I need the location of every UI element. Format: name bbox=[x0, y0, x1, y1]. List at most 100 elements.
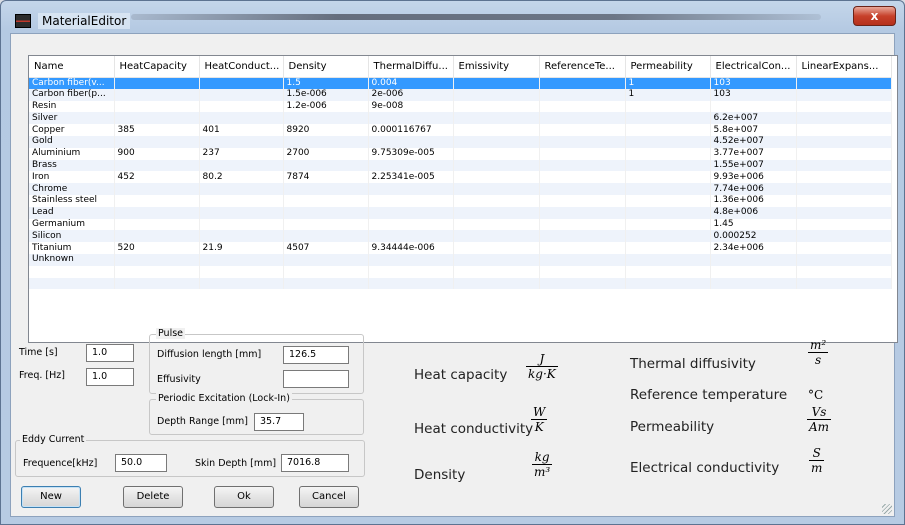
column-header[interactable]: ReferenceTe... bbox=[539, 56, 626, 78]
table-cell bbox=[796, 265, 892, 278]
table-cell bbox=[710, 253, 797, 266]
diffusion-length-input[interactable]: 126.5 bbox=[283, 346, 349, 364]
unit-heat-capacity-num: J bbox=[539, 352, 545, 366]
unit-electrical-conductivity-num: S bbox=[812, 446, 821, 460]
table-cell bbox=[199, 218, 284, 231]
table-cell bbox=[625, 159, 711, 172]
table-cell bbox=[796, 253, 892, 266]
table-cell bbox=[114, 88, 200, 101]
table-cell bbox=[796, 171, 892, 184]
unit-permeability-den: Am bbox=[807, 419, 832, 434]
table-row[interactable]: Titanium 520 21.9 4507 9.34444e-006 2.34e+006 bbox=[29, 242, 892, 254]
table-row[interactable]: Unknown bbox=[29, 253, 892, 266]
unit-thermal-diffusivity-den: s bbox=[808, 352, 829, 367]
table-row[interactable]: Copper 385 401 8920 0.000116767 5.8e+007 bbox=[29, 124, 892, 136]
table-cell: Brass bbox=[29, 159, 115, 172]
table-row[interactable]: Resin 1.2e-006 9e-008 bbox=[29, 100, 892, 113]
table-cell bbox=[199, 253, 284, 266]
new-button[interactable]: New bbox=[21, 486, 81, 508]
depth-range-input[interactable]: 35.7 bbox=[254, 413, 304, 431]
table-cell bbox=[539, 242, 626, 254]
column-header[interactable]: HeatConduct... bbox=[199, 56, 284, 78]
table-row[interactable]: Iron 452 80.2 7874 2.25341e-005 9.93e+006 bbox=[29, 171, 892, 184]
column-header[interactable]: Permeability bbox=[625, 56, 711, 78]
column-header[interactable]: Emissivity bbox=[453, 56, 540, 78]
table-cell bbox=[29, 265, 115, 278]
table-row[interactable]: Carbon fiber(v... 1.5 0.004 1 103 bbox=[29, 77, 892, 89]
table-cell bbox=[539, 277, 626, 290]
table-row[interactable]: Brass 1.55e+007 bbox=[29, 159, 892, 172]
table-row[interactable]: Chrome 7.74e+006 bbox=[29, 183, 892, 195]
time-input[interactable]: 1.0 bbox=[86, 344, 134, 362]
time-label: Time [s] bbox=[19, 347, 58, 358]
table-cell bbox=[453, 159, 540, 172]
table-cell bbox=[539, 124, 626, 136]
cancel-button[interactable]: Cancel bbox=[299, 486, 359, 508]
unit-heat-conductivity-den: K bbox=[531, 419, 548, 434]
table-cell bbox=[114, 100, 200, 113]
frequence-input[interactable]: 50.0 bbox=[115, 454, 167, 472]
table-cell bbox=[539, 206, 626, 219]
table-row[interactable]: Silver 6.2e+007 bbox=[29, 112, 892, 125]
table-cell bbox=[625, 218, 711, 231]
table-cell: 900 bbox=[114, 147, 200, 160]
table-cell bbox=[796, 100, 892, 113]
table-row[interactable]: Aluminium 900 237 2700 9.75309e-005 3.77e+007 bbox=[29, 147, 892, 160]
column-header[interactable]: LinearExpans... bbox=[796, 56, 892, 78]
table-cell bbox=[283, 230, 369, 243]
table-row[interactable] bbox=[29, 277, 892, 290]
legend-reference-temperature: Reference temperature bbox=[630, 387, 788, 403]
table-cell bbox=[453, 124, 540, 136]
unit-thermal-diffusivity-num: m² bbox=[810, 338, 827, 352]
table-cell: 7.74e+006 bbox=[710, 183, 797, 195]
table-row[interactable]: Gold 4.52e+007 bbox=[29, 135, 892, 148]
table-cell bbox=[625, 253, 711, 266]
table-cell bbox=[199, 194, 284, 207]
skin-depth-input[interactable]: 7016.8 bbox=[281, 454, 349, 472]
unit-heat-conductivity: W K bbox=[531, 405, 548, 434]
freq-input[interactable]: 1.0 bbox=[86, 368, 134, 386]
table-row[interactable]: Carbon fiber(p... 1.5e-006 2e-006 1 103 bbox=[29, 88, 892, 101]
table-cell bbox=[199, 183, 284, 195]
table-cell bbox=[625, 194, 711, 207]
table-cell bbox=[796, 135, 892, 148]
table-cell bbox=[114, 206, 200, 219]
materials-table[interactable]: Name HeatCapacity HeatConduct... Density The… bbox=[28, 55, 898, 343]
table-cell bbox=[199, 159, 284, 172]
table-cell bbox=[114, 277, 200, 290]
table-row[interactable]: Silicon 0.000252 bbox=[29, 230, 892, 243]
table-cell bbox=[625, 124, 711, 136]
table-cell bbox=[796, 88, 892, 101]
ok-button[interactable]: Ok bbox=[214, 486, 274, 508]
column-header[interactable]: HeatCapacity bbox=[114, 56, 200, 78]
table-cell: 1.55e+007 bbox=[710, 159, 797, 172]
table-row[interactable] bbox=[29, 265, 892, 278]
table-cell bbox=[539, 88, 626, 101]
column-header[interactable]: Name bbox=[29, 56, 115, 78]
table-cell: 0.000252 bbox=[710, 230, 797, 243]
column-header[interactable]: ElectricalCon... bbox=[710, 56, 797, 78]
table-cell bbox=[625, 171, 711, 184]
column-header[interactable]: ThermalDiffu... bbox=[368, 56, 454, 78]
close-button[interactable]: x bbox=[853, 6, 896, 26]
table-row[interactable]: Stainless steel 1.36e+006 bbox=[29, 194, 892, 207]
resize-grip[interactable] bbox=[882, 504, 892, 514]
table-row[interactable]: Lead 4.8e+006 bbox=[29, 206, 892, 219]
table-cell: Unknown bbox=[29, 253, 115, 266]
table-cell bbox=[453, 147, 540, 160]
delete-button[interactable]: Delete bbox=[123, 486, 183, 508]
table-cell: 9.93e+006 bbox=[710, 171, 797, 184]
table-cell bbox=[283, 218, 369, 231]
table-cell bbox=[453, 242, 540, 254]
table-cell: 2700 bbox=[283, 147, 369, 160]
table-cell bbox=[199, 88, 284, 101]
table-cell: Carbon fiber(p... bbox=[29, 88, 115, 101]
table-cell: Stainless steel bbox=[29, 194, 115, 207]
title-bar[interactable]: MaterialEditor x bbox=[1, 1, 904, 35]
column-header[interactable]: Density bbox=[283, 56, 369, 78]
table-cell bbox=[539, 265, 626, 278]
table-cell: 2.34e+006 bbox=[710, 242, 797, 254]
table-row[interactable]: Germanium 1.45 bbox=[29, 218, 892, 231]
effusivity-input[interactable] bbox=[283, 370, 349, 388]
table-cell: 5.8e+007 bbox=[710, 124, 797, 136]
